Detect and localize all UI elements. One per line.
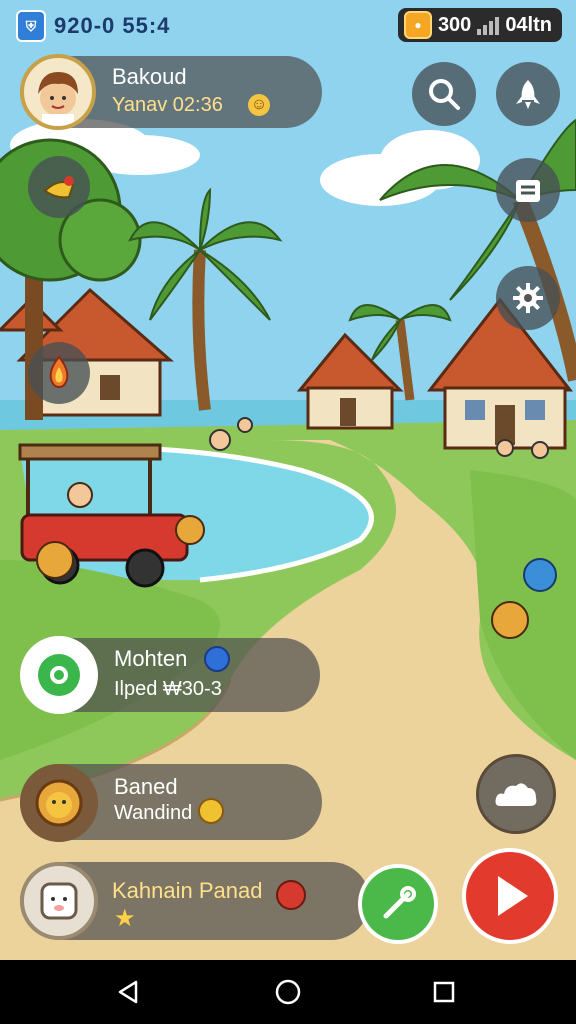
card-baned[interactable]: Baned Wandind (20, 764, 322, 842)
potion-icon (204, 646, 230, 672)
settings-button[interactable] (496, 266, 560, 330)
campfire-button[interactable] (28, 342, 90, 404)
play-icon (498, 876, 528, 916)
green-badge-icon (38, 654, 80, 696)
inventory-button[interactable] (496, 158, 560, 222)
card-icon-frame (20, 764, 98, 842)
home-button[interactable] (272, 976, 304, 1008)
card-title: Mohten (114, 646, 188, 671)
coin-bag-icon (198, 798, 224, 824)
card-kahnain[interactable]: Kahnain Panad ★ (20, 862, 370, 940)
play-button[interactable] (462, 848, 558, 944)
status-bar: ⛨ 920-0 55:4 ● 300 04ltn (0, 0, 576, 52)
profile-panel[interactable]: Bakoud Yanav 02:36 ☺ (20, 54, 322, 130)
lion-icon (35, 779, 83, 827)
inventory-icon (516, 180, 540, 202)
home-icon (275, 979, 301, 1005)
launch-button[interactable] (496, 62, 560, 126)
card-title: Kahnain Panad (112, 878, 263, 903)
signal-icon (477, 15, 500, 35)
card-subtitle: Ilped ₩30-3 (114, 678, 222, 700)
shield-icon: ⛨ (16, 10, 46, 42)
nav-bar (0, 960, 576, 1024)
card-subtitle: Wandind (114, 802, 193, 824)
player-name: Bakoud (112, 64, 187, 89)
card-title: Baned (114, 774, 178, 799)
status-left-text: 920-0 55:4 (54, 13, 171, 38)
rocket-icon (516, 80, 540, 109)
card-icon-frame (20, 636, 98, 714)
smiley-icon: ☺ (248, 94, 270, 116)
wrench-icon (383, 886, 416, 919)
status-left: ⛨ 920-0 55:4 (16, 10, 170, 42)
cloud-icon (495, 783, 537, 806)
back-icon (118, 980, 138, 1004)
search-button[interactable] (412, 62, 476, 126)
coin-icon: ● (403, 11, 432, 39)
back-button[interactable] (112, 976, 144, 1008)
currency-count: 300 (437, 13, 472, 36)
recent-apps-button[interactable] (428, 976, 460, 1008)
hat-icon (43, 176, 75, 199)
avatar[interactable] (20, 54, 96, 130)
campfire-icon (49, 355, 69, 389)
hat-button[interactable] (28, 156, 90, 218)
search-icon (429, 79, 460, 110)
apple-icon (276, 880, 306, 910)
gear-icon (513, 283, 543, 313)
card-icon-frame (20, 862, 98, 940)
status-right-text: 04ltn (505, 13, 552, 36)
cloud-button[interactable] (476, 754, 556, 834)
sheep-icon (40, 882, 78, 920)
tool-button[interactable] (358, 864, 438, 944)
star-icon: ★ (114, 905, 136, 932)
recent-apps-icon (433, 981, 455, 1003)
player-subtitle: Yanav 02:36 (112, 94, 223, 116)
currency-display[interactable]: ● 300 04ltn (397, 8, 562, 42)
card-mohten[interactable]: Mohten Ilped ₩30-3 (20, 636, 320, 714)
